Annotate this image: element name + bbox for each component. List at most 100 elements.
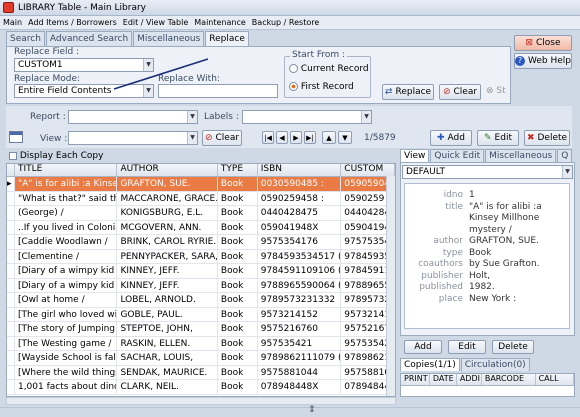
cell-author: BRINK, CAROL RYRIE. — [117, 235, 218, 249]
nav-down-icon[interactable]: ▼ — [338, 131, 352, 144]
view-select[interactable]: ▼ — [68, 131, 198, 145]
tab-view[interactable]: View — [400, 149, 430, 163]
copy-col-date[interactable]: DATE — [430, 374, 457, 385]
current-record-radio[interactable]: Current Record — [289, 64, 369, 74]
detail-row: title "A" is for alibi :a — [405, 202, 569, 214]
cell-author: RASKIN, ELLEN. — [117, 336, 218, 350]
labels-select[interactable]: ▼ — [242, 110, 372, 124]
table-row[interactable]: [Caddie Woodlawn / BRINK, CAROL RYRIE. Boo… — [7, 235, 395, 250]
stop-button[interactable]: ⊗ St — [486, 86, 506, 96]
tab-search[interactable]: Search — [6, 31, 45, 46]
table-row[interactable]: [The girl who loved wild hGOBLE, PAUL.Bo… — [7, 307, 395, 322]
cell-isbn: 9575216760 — [258, 322, 342, 336]
nav-prev-icon[interactable]: ◀ — [276, 131, 288, 144]
table-row[interactable]: 1,001 facts about dinosaCLARK, NEIL.Book… — [7, 380, 395, 395]
table-row[interactable]: ..If you lived in Colonial tiMCGOVERN, A… — [7, 220, 395, 235]
column-header-isbn[interactable]: ISBN — [258, 164, 342, 176]
report-select[interactable]: ▼ — [68, 110, 198, 124]
cell-isbn: 9788965590064 (tra — [258, 278, 342, 292]
table-row[interactable]: [The story of Jumping M STEPTOE, JOHN, Boo… — [7, 322, 395, 337]
radio-selected-icon — [289, 82, 298, 91]
clear-view-button[interactable]: ⊘ Clear — [202, 130, 242, 146]
copy-edit-button[interactable]: Edit — [448, 340, 486, 354]
copy-col-call[interactable]: CALL — [536, 374, 574, 385]
web-help-button[interactable]: ? Web Help — [514, 53, 572, 69]
table-header: TITLE AUTHOR TYPE ISBN CUSTOM — [7, 164, 395, 177]
table-row[interactable]: ▸"A" is for alibi :a Kinsey MGRAFTON, SU… — [7, 177, 395, 192]
cell-title: [The story of Jumping M — [15, 322, 118, 336]
column-header-title[interactable]: TITLE — [15, 164, 118, 176]
table-row[interactable]: [Diary of a wimpy kid :thKINNEY, JEFF.Bo… — [7, 278, 395, 293]
tab-q[interactable]: Q — [557, 149, 573, 163]
detail-key: author — [433, 236, 463, 246]
copy-col-addi[interactable]: ADDI — [457, 374, 482, 385]
nav-last-icon[interactable]: ▶| — [304, 131, 316, 144]
table-horizontal-scrollbar[interactable] — [6, 397, 396, 405]
add-button[interactable]: ✚ Add — [430, 130, 472, 146]
table-scrollbar[interactable] — [386, 176, 395, 396]
detail-value: "A" is for alibi :a — [469, 201, 542, 212]
tab-replace[interactable]: Replace — [205, 31, 249, 47]
cell-type: Book — [218, 220, 258, 234]
detail-row: publisher Holt, — [405, 271, 569, 283]
detail-value: by Sue Grafton. — [469, 259, 540, 269]
radio-icon — [289, 64, 298, 73]
table-row[interactable]: [Diary of a wimpy kid :thKINNEY, JEFF.Bo… — [7, 264, 395, 279]
tab-circulation[interactable]: Circulation(0) — [460, 358, 530, 371]
table-row[interactable]: [Clementine / PENNYPACKER, SARA, Book 97845… — [7, 249, 395, 264]
clear-icon: ⊘ — [442, 87, 451, 97]
status-bar — [0, 407, 580, 417]
row-indicator — [7, 278, 15, 292]
detail-tabs: View Quick Edit Miscellaneous Q — [400, 149, 573, 163]
replace-button[interactable]: ⇄ Replace — [382, 84, 434, 100]
detail-value: Holt, — [469, 270, 491, 281]
table-row[interactable]: (George) / KONIGSBURG, E.L. Book 0440428475… — [7, 206, 395, 221]
nav-first-icon[interactable]: |◀ — [262, 131, 274, 144]
close-button[interactable]: ⊠ Close — [514, 35, 572, 51]
detail-key: type — [442, 247, 463, 258]
resize-handle-icon[interactable]: ⇕ — [308, 405, 316, 415]
table-row[interactable]: "What is that?" said the cMACCARONE, GRA… — [7, 191, 395, 206]
tab-detail-miscellaneous[interactable]: Miscellaneous — [485, 149, 557, 163]
tab-copies[interactable]: Copies(1/1) — [400, 358, 460, 371]
column-header-custom[interactable]: CUSTOM — [341, 164, 395, 176]
table-row[interactable]: [Wayside School is fallingSACHAR, LOUIS,… — [7, 351, 395, 366]
menu-add-items[interactable]: Add Items / Borrowers — [25, 18, 120, 27]
table-row[interactable]: [The Westing game / RASKIN, ELLEN. Book 957… — [7, 336, 395, 351]
clear-replace-button[interactable]: ⊘ Clear — [439, 84, 481, 100]
cell-type: Book — [218, 293, 258, 307]
display-each-copy-checkbox[interactable]: Display Each Copy — [9, 151, 103, 161]
layout-select[interactable]: DEFAULT ▼ — [402, 165, 573, 179]
grid-icon[interactable] — [9, 131, 23, 143]
copy-col-print[interactable]: PRINT — [401, 374, 430, 385]
detail-key: title — [445, 201, 463, 212]
tab-quick-edit[interactable]: Quick Edit — [430, 149, 485, 163]
copy-delete-button[interactable]: Delete — [492, 340, 534, 354]
record-count: 1/5879 — [364, 133, 396, 143]
menu-backup[interactable]: Backup / Restore — [249, 18, 322, 27]
help-icon: ? — [515, 56, 525, 66]
delete-button[interactable]: ✖ Delete — [524, 130, 570, 146]
row-indicator — [7, 293, 15, 307]
menu-main[interactable]: Main — [0, 18, 25, 27]
edit-button[interactable]: ✎ Edit — [477, 130, 519, 146]
copy-add-button[interactable]: Add — [404, 340, 442, 354]
menu-maintenance[interactable]: Maintenance — [191, 18, 249, 27]
column-header-author[interactable]: AUTHOR — [117, 164, 218, 176]
nav-up-icon[interactable]: ▲ — [322, 131, 336, 144]
cell-author: GRAFTON, SUE. — [117, 177, 218, 191]
row-indicator — [7, 264, 15, 278]
nav-next-icon[interactable]: ▶ — [290, 131, 302, 144]
tab-advanced-search[interactable]: Advanced Search — [45, 31, 133, 46]
cell-isbn: 0590259458 : — [258, 191, 342, 205]
table-row[interactable]: [Owl at home / LOBEL, ARNOLD. Book 97895732… — [7, 293, 395, 308]
detail-key — [405, 225, 469, 237]
menu-edit-view[interactable]: Edit / View Table — [120, 18, 192, 27]
cell-title: [Diary of a wimpy kid :th — [15, 278, 118, 292]
first-record-radio[interactable]: First Record — [289, 82, 354, 92]
table-row[interactable]: [Where the wild things arSENDAK, MAURICE… — [7, 365, 395, 380]
cell-type: Book — [218, 191, 258, 205]
column-header-type[interactable]: TYPE — [218, 164, 258, 176]
tab-miscellaneous[interactable]: Miscellaneous — [133, 31, 205, 46]
copy-col-barcode[interactable]: BARCODE — [482, 374, 536, 385]
